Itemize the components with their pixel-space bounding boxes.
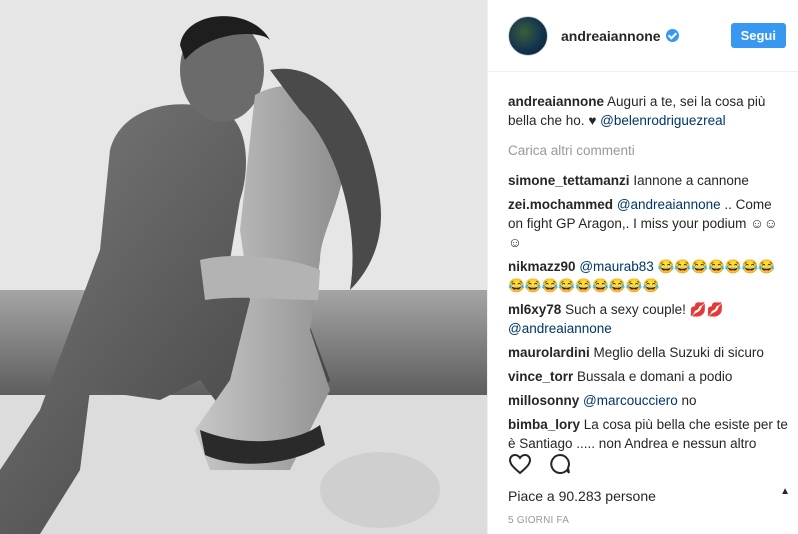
comment-username[interactable]: simone_tettamanzi — [508, 173, 630, 188]
post-header: andreaiannone Segui — [488, 0, 798, 72]
comment-username[interactable]: ml6xy78 — [508, 302, 561, 317]
speech-bubble-icon[interactable] — [548, 452, 572, 481]
comment: nikmazz90 @maurab83 😂😂😂😂😂😂😂😂😂😂😂😂😂😂😂😂 — [508, 257, 788, 295]
comment: ml6xy78 Such a sexy couple! 💋💋 @andreaia… — [508, 300, 788, 338]
comment-username[interactable]: vince_torr — [508, 369, 573, 384]
couple-photo-illustration — [0, 0, 487, 534]
caption-mention[interactable]: @belenrodriguezreal — [600, 113, 726, 128]
comment-mention[interactable]: @marcoucciero — [583, 393, 678, 408]
heart-emoji: ♥ — [588, 113, 597, 128]
header-username[interactable]: andreaiannone — [561, 28, 661, 44]
post-timestamp: 5 GIORNI FA — [508, 515, 570, 526]
comment-username[interactable]: maurolardini — [508, 345, 590, 360]
comment-text: Bussala e domani a podio — [577, 369, 733, 384]
comment-mention[interactable]: @andreaiannone — [617, 197, 721, 212]
caption: andreaiannone Auguri a te, sei la cosa p… — [508, 92, 788, 130]
comment: millosonny @marcoucciero no — [508, 391, 788, 410]
comment-mention[interactable]: @andreaiannone — [508, 321, 612, 336]
comment: simone_tettamanzi Iannone a cannone — [508, 171, 788, 190]
comment-username[interactable]: millosonny — [508, 393, 579, 408]
comment-text: no — [681, 393, 697, 408]
comment: bimba_lory La cosa più bella che esiste … — [508, 415, 788, 453]
scroll-indicator-icon: ▲ — [780, 486, 790, 497]
comment-username[interactable]: bimba_lory — [508, 417, 580, 432]
comment-mention[interactable]: @maurab83 — [579, 259, 654, 274]
action-bar — [508, 452, 788, 481]
comments-list: andreaiannone Auguri a te, sei la cosa p… — [488, 72, 798, 453]
comment-text: Iannone a cannone — [633, 173, 749, 188]
caption-username[interactable]: andreaiannone — [508, 94, 604, 109]
comment: zei.mochammed @andreaiannone .. Come on … — [508, 195, 788, 252]
comment-text: Meglio della Suzuki di sicuro — [593, 345, 764, 360]
comment: vince_torr Bussala e domani a podio — [508, 367, 788, 386]
comment-text: Such a sexy couple! 💋💋 — [565, 302, 724, 317]
instagram-post: andreaiannone Segui andreaiannone Auguri… — [0, 0, 798, 534]
post-photo[interactable] — [0, 0, 487, 534]
verified-badge-icon — [665, 29, 679, 42]
follow-button[interactable]: Segui — [730, 23, 786, 48]
comment-username[interactable]: zei.mochammed — [508, 197, 613, 212]
comment-username[interactable]: nikmazz90 — [508, 259, 576, 274]
likes-count[interactable]: Piace a 90.283 persone — [508, 488, 656, 504]
heart-outline-icon[interactable] — [508, 452, 532, 481]
load-more-comments[interactable]: Carica altri commenti — [508, 141, 788, 160]
post-sidebar: andreaiannone Segui andreaiannone Auguri… — [487, 0, 798, 534]
avatar[interactable] — [508, 15, 548, 56]
likes-text: Piace a 90.283 persone — [508, 488, 656, 504]
comment: maurolardini Meglio della Suzuki di sicu… — [508, 343, 788, 362]
